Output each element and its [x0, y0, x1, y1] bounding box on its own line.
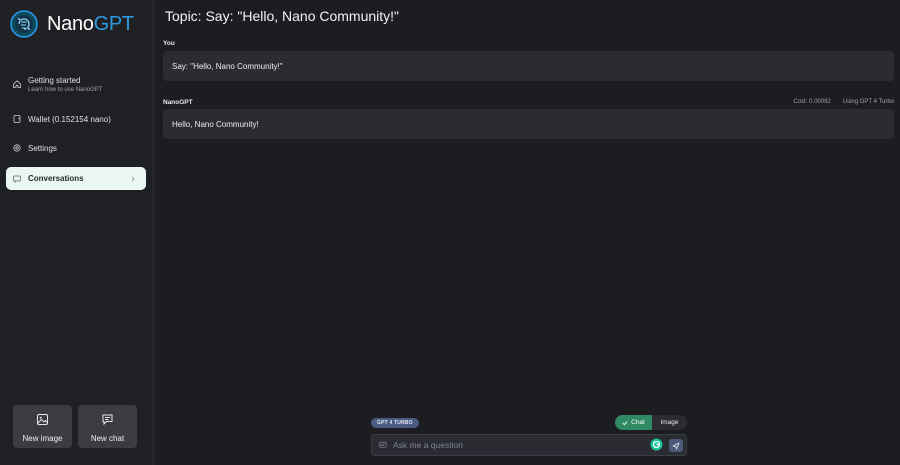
model-badge[interactable]: GPT 4 TURBO	[371, 418, 419, 428]
image-mode-label: Image	[660, 419, 679, 426]
wallet-icon	[13, 115, 21, 123]
image-icon	[37, 414, 48, 425]
assistant-message: Hello, Nano Community!	[163, 109, 894, 139]
home-icon	[13, 80, 21, 88]
new-chat-button[interactable]: New chat	[78, 405, 137, 448]
new-chat-label: New chat	[90, 434, 125, 443]
question-input[interactable]	[393, 438, 643, 452]
message-meta: Cost: 0.00092 Using GPT 4 Turbo	[781, 99, 894, 105]
message-text: Hello, Nano Community!	[172, 119, 259, 129]
sidebar-item-settings[interactable]: Settings	[6, 140, 146, 156]
user-message: Say: "Hello, Nano Community!"	[163, 51, 894, 81]
send-button[interactable]	[669, 439, 683, 452]
chevron-right-icon	[131, 176, 135, 182]
chat-bubble-icon	[102, 414, 113, 426]
composer	[371, 434, 687, 456]
message-icon	[379, 441, 387, 448]
new-image-button[interactable]: New image	[13, 405, 72, 448]
chat-mode-label: Chat	[631, 419, 645, 426]
grammarly-icon[interactable]	[650, 438, 663, 451]
sidebar-item-wallet[interactable]: Wallet (0.152154 nano)	[6, 111, 146, 127]
image-mode-button[interactable]: Image	[652, 415, 687, 430]
conversation-topic: Topic: Say: "Hello, Nano Community!"	[165, 8, 400, 24]
sidebar-item-sublabel: Learn how to use NanoGPT	[28, 86, 103, 93]
message-model-note: Using GPT 4 Turbo	[842, 99, 894, 105]
message-cost: Cost: 0.00092	[793, 99, 831, 105]
message-icon	[13, 175, 21, 183]
brain-logo-icon	[10, 10, 38, 38]
gear-icon	[13, 144, 21, 152]
sidebar-item-label: Getting started	[28, 75, 81, 85]
send-icon	[672, 442, 680, 449]
app-logo[interactable]: NanoGPT	[10, 10, 134, 38]
message-author-assistant: NanoGPT	[163, 99, 193, 106]
new-image-label: New image	[22, 434, 63, 443]
message-text: Say: "Hello, Nano Community!"	[172, 61, 283, 71]
check-icon	[622, 420, 628, 425]
mode-toggle: Chat Image	[615, 415, 687, 430]
sidebar-item-label: Wallet (0.152154 nano)	[28, 114, 111, 124]
sidebar-item-label: Conversations	[28, 174, 84, 183]
sidebar-item-getting-started[interactable]: Getting started Learn how to use NanoGPT	[6, 72, 146, 96]
message-author-user: You	[163, 40, 175, 47]
chat-mode-button[interactable]: Chat	[615, 415, 652, 430]
app-name: NanoGPT	[47, 13, 134, 35]
sidebar-item-conversations[interactable]: Conversations	[6, 167, 146, 190]
sidebar-item-label: Settings	[28, 143, 57, 153]
sidebar: NanoGPT Getting started Learn how to use…	[0, 0, 154, 465]
